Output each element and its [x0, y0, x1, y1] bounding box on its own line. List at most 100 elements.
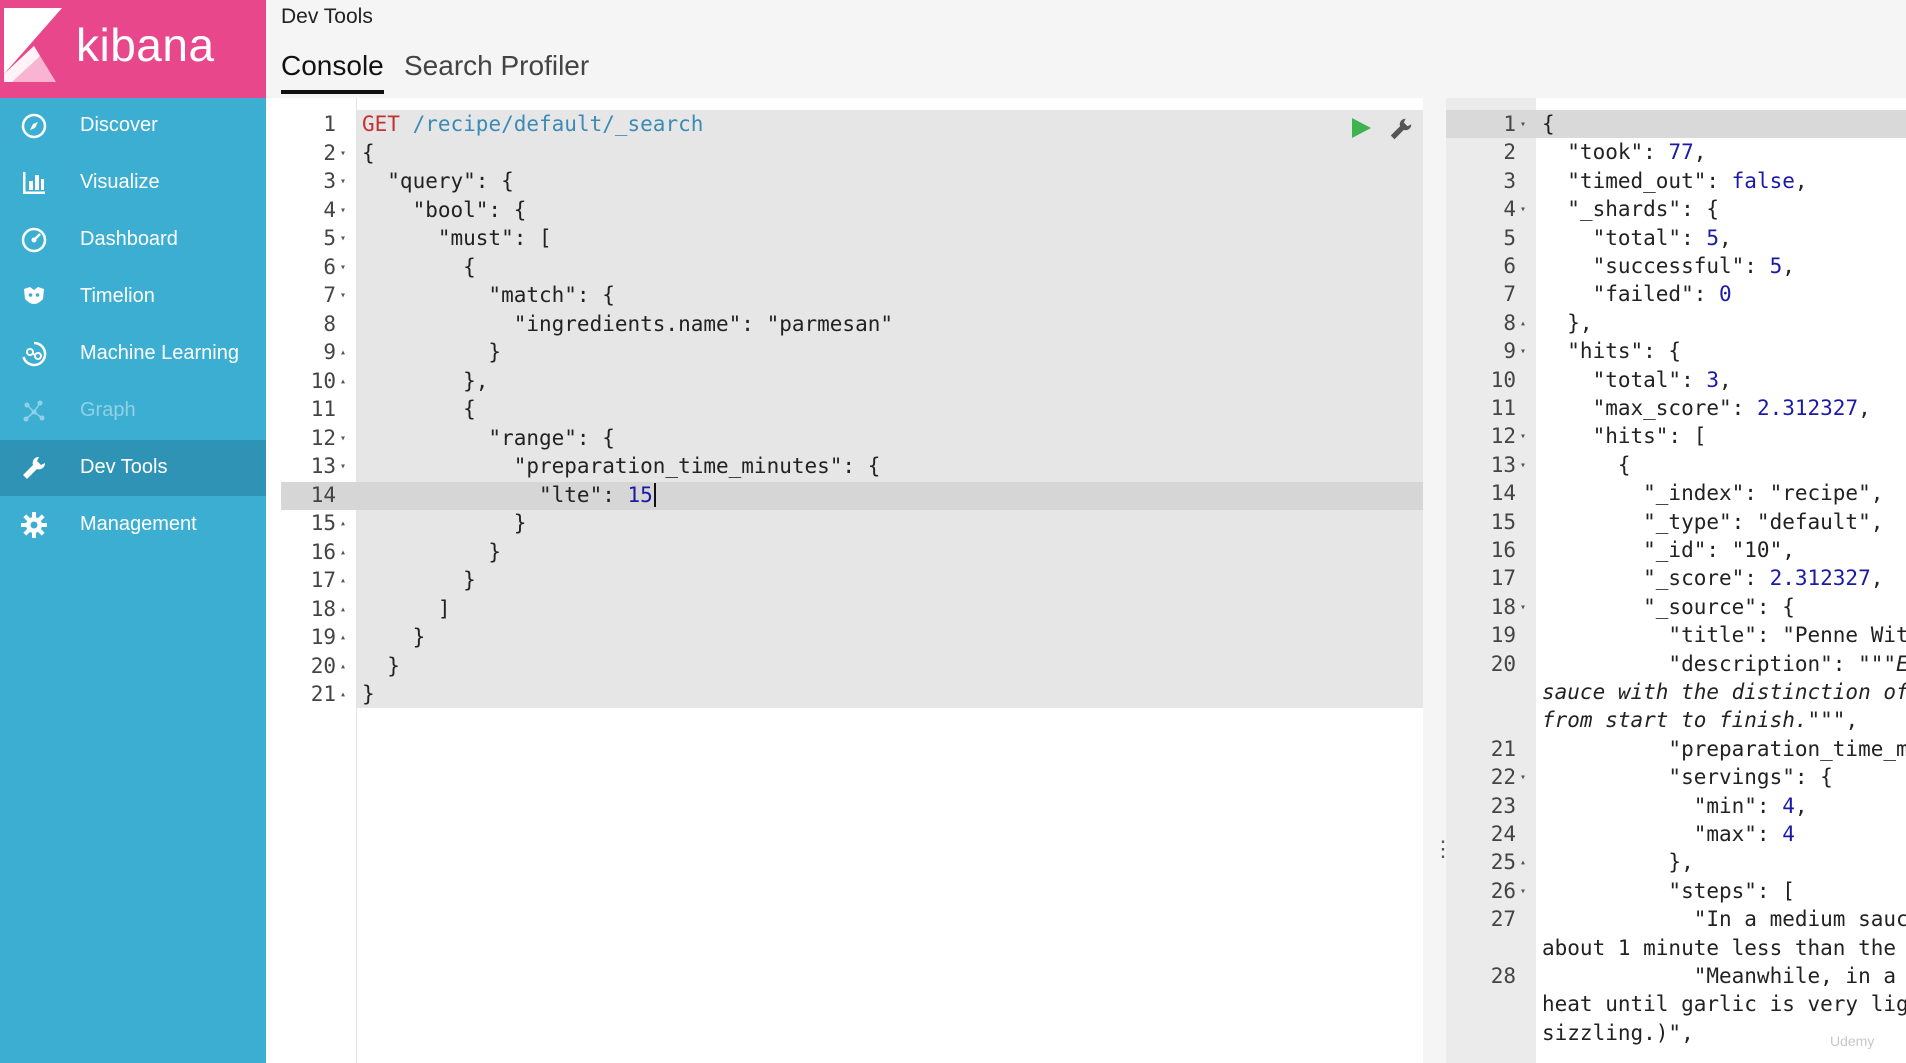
kibana-logo[interactable]: kibana	[0, 0, 266, 98]
fold-expand-icon[interactable]: ▴	[340, 547, 346, 558]
response-viewer[interactable]: 1 ▾{2 "took": 77, 3 "timed_out": false, 4 ▾ …	[1446, 98, 1906, 1063]
code-text: about 1 minute less than the	[1542, 935, 1897, 960]
request-code-line[interactable]: "ingredients.name": "parmesan"	[362, 310, 893, 338]
fold-collapse-icon[interactable]: ▾	[1520, 460, 1526, 471]
resize-handle-icon[interactable]: ⋮	[1432, 838, 1454, 867]
response-line-number: 4	[1503, 197, 1516, 222]
request-code-line[interactable]: }	[362, 338, 501, 366]
request-line-number: 16	[310, 539, 336, 564]
fold-expand-icon[interactable]: ▴	[1520, 857, 1526, 868]
code-punct: ,	[1858, 396, 1871, 420]
fold-expand-icon[interactable]: ▴	[1520, 318, 1526, 329]
fold-expand-icon[interactable]: ▴	[340, 632, 346, 643]
request-code-line[interactable]: "range": {	[362, 424, 614, 452]
code-text: }	[362, 568, 476, 592]
sidebar-item-graph[interactable]: Graph	[0, 383, 266, 439]
code-text: "Meanwhile, in a	[1542, 964, 1897, 988]
tab-console[interactable]: Console	[281, 50, 384, 94]
request-code-line[interactable]: {	[362, 253, 476, 281]
response-code-line: "_type": "default",	[1542, 508, 1883, 536]
fold-expand-icon[interactable]: ▴	[340, 604, 346, 615]
fold-collapse-icon[interactable]: ▾	[1520, 346, 1526, 357]
bar-chart-icon	[23, 172, 45, 194]
request-code-line[interactable]: }	[362, 623, 426, 651]
request-code-line[interactable]: "lte": 15	[362, 481, 656, 509]
response-code-line: },	[1542, 848, 1693, 876]
sidebar-item-label: Machine Learning	[80, 342, 239, 364]
request-line-number: 10	[310, 368, 336, 393]
request-code-line[interactable]: }	[362, 680, 375, 708]
request-code-line[interactable]: {	[362, 139, 375, 167]
request-code-line[interactable]: }	[362, 509, 527, 537]
fold-expand-icon[interactable]: ▴	[340, 518, 346, 529]
request-code-line[interactable]: "preparation_time_minutes": {	[362, 452, 881, 480]
code-italic-text: E	[1896, 652, 1906, 676]
request-code-line[interactable]: "must": [	[362, 224, 552, 252]
sidebar-item-machine-learning[interactable]: Machine Learning	[0, 326, 266, 382]
fold-collapse-icon[interactable]: ▾	[1520, 204, 1526, 215]
code-text: "_source": {	[1542, 594, 1795, 619]
fold-collapse-icon[interactable]: ▾	[1520, 602, 1526, 613]
response-code-line: "total": 3,	[1542, 366, 1732, 394]
response-line-number: 18	[1490, 594, 1516, 619]
fold-collapse-icon[interactable]: ▾	[340, 205, 346, 216]
response-line-number: 11	[1490, 396, 1516, 420]
fold-expand-icon[interactable]: ▴	[340, 661, 346, 672]
response-code-line: "In a medium sauc	[1542, 905, 1906, 933]
code-value: 5	[1769, 254, 1783, 278]
request-line-number: 5	[323, 226, 336, 250]
fold-expand-icon[interactable]: ▴	[340, 347, 346, 358]
request-settings-button[interactable]	[1388, 116, 1414, 142]
sidebar-item-dev-tools[interactable]: Dev Tools	[0, 440, 266, 496]
run-request-button[interactable]	[1349, 116, 1373, 140]
response-line-number: 24	[1490, 822, 1516, 846]
sidebar-item-management[interactable]: Management	[0, 497, 266, 553]
code-value: 3	[1706, 367, 1720, 392]
sidebar-item-timelion[interactable]: Timelion	[0, 269, 266, 325]
fold-expand-icon[interactable]: ▴	[340, 575, 346, 586]
sidebar-item-dashboard[interactable]: Dashboard	[0, 212, 266, 268]
tab-search-profiler[interactable]: Search Profiler	[404, 50, 589, 90]
code-text: "servings": {	[1542, 765, 1833, 790]
response-code-line: "hits": [	[1542, 422, 1707, 450]
code-text: "lte":	[362, 482, 628, 507]
play-icon	[1352, 118, 1371, 138]
fold-collapse-icon[interactable]: ▾	[340, 148, 346, 159]
request-code-line[interactable]: "bool": {	[362, 196, 527, 224]
fold-collapse-icon[interactable]: ▾	[1520, 772, 1526, 783]
request-code-line[interactable]: },	[362, 367, 488, 395]
fold-collapse-icon[interactable]: ▾	[340, 233, 346, 244]
fold-expand-icon[interactable]: ▴	[340, 689, 346, 700]
response-code-line: "title": "Penne Wit	[1542, 621, 1906, 649]
code-value: 2.312327	[1756, 396, 1859, 420]
response-code-line: "preparation_time_m	[1542, 735, 1906, 763]
fold-collapse-icon[interactable]: ▾	[340, 461, 346, 472]
code-value: 2.312327	[1769, 566, 1871, 591]
request-code-line[interactable]: {	[362, 395, 476, 423]
sidebar-item-discover[interactable]: Discover	[0, 98, 266, 154]
request-editor[interactable]: 1 GET /recipe/default/_search 2 ▾ {3 ▾ "query…	[266, 98, 1423, 1063]
fold-expand-icon[interactable]: ▴	[340, 376, 346, 387]
request-code-line[interactable]: GET /recipe/default/_search	[362, 110, 703, 138]
response-code-line: "steps": [	[1542, 877, 1794, 905]
code-text: "total":	[1542, 367, 1707, 392]
code-italic-text: from start to finish."""	[1542, 708, 1846, 733]
fold-collapse-icon[interactable]: ▾	[340, 433, 346, 444]
request-line-number: 1	[323, 112, 336, 136]
request-code-line[interactable]: "match": {	[362, 281, 614, 309]
sidebar-item-visualize[interactable]: Visualize	[0, 155, 266, 211]
request-code-line[interactable]: ]	[362, 595, 451, 623]
fold-collapse-icon[interactable]: ▾	[340, 262, 346, 273]
request-code-line[interactable]: }	[362, 566, 476, 594]
request-code-line[interactable]: }	[362, 538, 501, 566]
fold-collapse-icon[interactable]: ▾	[1520, 431, 1526, 442]
fold-collapse-icon[interactable]: ▾	[340, 176, 346, 187]
request-code-line[interactable]: "query": {	[362, 167, 513, 195]
fold-collapse-icon[interactable]: ▾	[1520, 119, 1526, 130]
pane-resizer[interactable]	[1423, 98, 1446, 1063]
fold-collapse-icon[interactable]: ▾	[340, 290, 346, 301]
fold-collapse-icon[interactable]: ▾	[1520, 886, 1526, 897]
code-text: }	[362, 340, 502, 364]
request-code-line[interactable]: }	[362, 652, 400, 680]
code-text: {	[362, 397, 476, 421]
